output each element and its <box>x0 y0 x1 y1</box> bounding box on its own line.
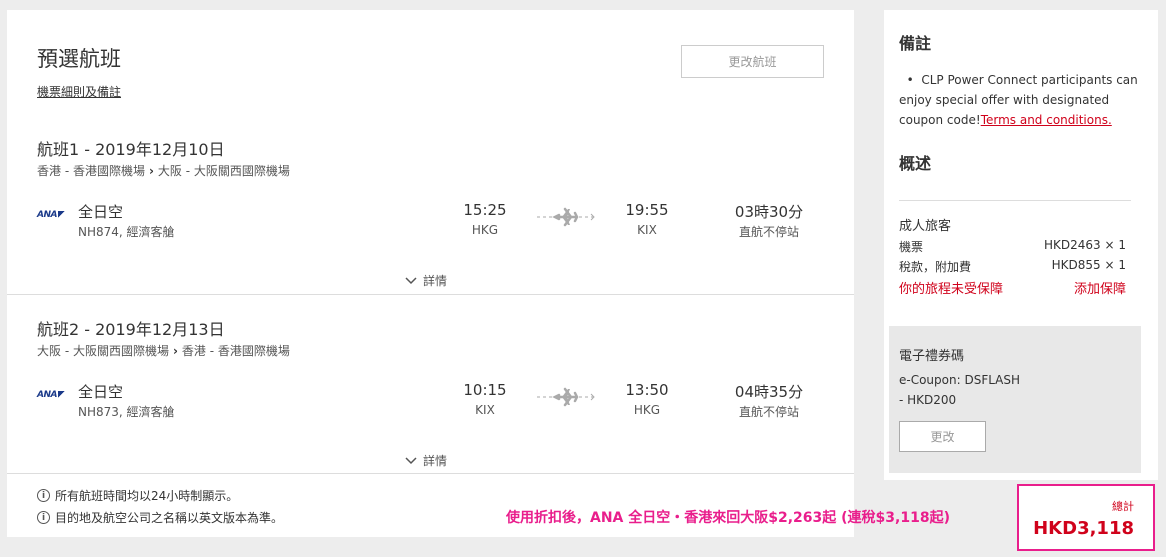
ana-logo-text: ANA <box>37 210 57 220</box>
arrival-time: 19:55 <box>625 201 669 219</box>
divider <box>7 473 854 474</box>
protection-status: 你的旅程未受保障 <box>899 282 1004 297</box>
ecoupon-title: 電子禮券碼 <box>899 349 965 364</box>
arrival-time: 13:50 <box>625 381 669 399</box>
ana-logo-icon: ANA <box>37 390 68 400</box>
tax-row: 稅款，附加費 HKD855 × 1 <box>899 258 1126 275</box>
chevron-down-icon <box>405 276 417 284</box>
details-label: 詳情 <box>423 274 448 288</box>
flight-duration: 03時30分 <box>734 203 804 221</box>
departure-time: 15:25 <box>463 201 507 219</box>
note-text: 目的地及航空公司之名稱以英文版本為準。 <box>55 511 284 525</box>
flight-title: 航班1 - 2019年12月10日 <box>37 140 225 159</box>
chevron-right-icon: › <box>172 343 178 358</box>
airline-name: 全日空 <box>78 383 124 401</box>
remark-item: • CLP Power Connect participants can enj… <box>899 73 1138 127</box>
flight-title: 航班2 - 2019年12月13日 <box>37 320 225 339</box>
total-price: HKD3,118 <box>1033 518 1134 539</box>
flight-duration: 04時35分 <box>734 383 804 401</box>
summary-heading: 概述 <box>899 154 932 173</box>
flight-route: 大阪 - 大阪關西國際機場 › 香港 - 香港國際機場 <box>37 342 290 359</box>
flight-segment-2: 航班2 - 2019年12月13日 大阪 - 大阪關西國際機場 › 香港 - 香… <box>7 308 854 488</box>
note-item: i 所有航班時間均以24小時制顯示。 <box>37 487 238 504</box>
departure-airport-code: KIX <box>475 403 495 417</box>
flight-details-toggle[interactable]: 詳情 <box>405 272 447 289</box>
route-origin: 香港 - 香港國際機場 <box>37 164 145 178</box>
info-icon: i <box>37 511 50 524</box>
departure-time: 10:15 <box>463 381 507 399</box>
page-title: 預選航班 <box>37 47 121 71</box>
note-text: 所有航班時間均以24小時制顯示。 <box>55 489 239 503</box>
total-box: 總計 HKD3,118 <box>1017 484 1155 551</box>
stops-info: 直航不停站 <box>738 405 799 419</box>
tax-value: HKD855 × 1 <box>1051 258 1126 272</box>
tax-label: 稅款，附加費 <box>899 260 972 274</box>
flight-details-toggle[interactable]: 詳情 <box>405 452 447 469</box>
change-coupon-button[interactable]: 更改 <box>899 421 986 452</box>
info-icon: i <box>37 489 50 502</box>
details-label: 詳情 <box>423 454 448 468</box>
departure-airport-code: HKG <box>471 223 499 237</box>
summary-sidebar: 備註 • CLP Power Connect participants can … <box>884 10 1158 480</box>
change-flight-button[interactable]: 更改航班 <box>681 45 824 78</box>
chevron-right-icon: › <box>148 163 154 178</box>
ecoupon-box: 電子禮券碼 e-Coupon: DSFLASH - HKD200 更改 <box>889 326 1141 473</box>
stops-info: 直航不停站 <box>738 225 799 239</box>
airline-name: 全日空 <box>78 203 124 221</box>
ecoupon-code: e-Coupon: DSFLASH <box>899 373 1021 387</box>
add-protection-link[interactable]: 添加保障 <box>1074 278 1126 297</box>
flight-segment-1: 航班1 - 2019年12月10日 香港 - 香港國際機場 › 大阪 - 大阪關… <box>7 128 854 308</box>
promo-annotation: 使用折扣後，ANA 全日空・香港來回大阪$2,263起 (連稅$3,118起) <box>506 510 950 526</box>
flight-route: 香港 - 香港國際機場 › 大阪 - 大阪關西國際機場 <box>37 162 290 179</box>
plane-icon <box>537 387 595 407</box>
route-destination: 香港 - 香港國際機場 <box>181 344 290 358</box>
note-item: i 目的地及航空公司之名稱以英文版本為準。 <box>37 509 283 526</box>
flight-number-class: NH874, 經濟客艙 <box>78 225 175 239</box>
route-destination: 大阪 - 大阪關西國際機場 <box>157 164 290 178</box>
remarks-heading: 備註 <box>899 34 932 53</box>
fare-label: 機票 <box>899 240 924 254</box>
arrival-airport-code: KIX <box>637 223 657 237</box>
terms-link[interactable]: Terms and conditions. <box>981 113 1112 127</box>
fare-rules-link[interactable]: 機票細則及備註 <box>37 83 121 100</box>
selected-flights-panel: 預選航班 機票細則及備註 更改航班 航班1 - 2019年12月10日 香港 -… <box>7 10 854 537</box>
plane-icon <box>537 207 595 227</box>
protection-row: 你的旅程未受保障 添加保障 <box>899 278 1126 297</box>
ana-logo-text: ANA <box>37 390 57 400</box>
divider <box>899 200 1131 201</box>
ana-logo-icon: ANA <box>37 210 68 220</box>
route-origin: 大阪 - 大阪關西國際機場 <box>37 344 169 358</box>
fare-row: 機票 HKD2463 × 1 <box>899 238 1126 255</box>
divider <box>7 294 854 295</box>
total-label: 總計 <box>1112 500 1134 513</box>
passenger-type: 成人旅客 <box>899 219 952 234</box>
chevron-down-icon <box>405 456 417 464</box>
arrival-airport-code: HKG <box>633 403 661 417</box>
flight-number-class: NH873, 經濟客艙 <box>78 405 175 419</box>
ecoupon-amount: - HKD200 <box>899 393 957 407</box>
fare-value: HKD2463 × 1 <box>1044 238 1126 252</box>
